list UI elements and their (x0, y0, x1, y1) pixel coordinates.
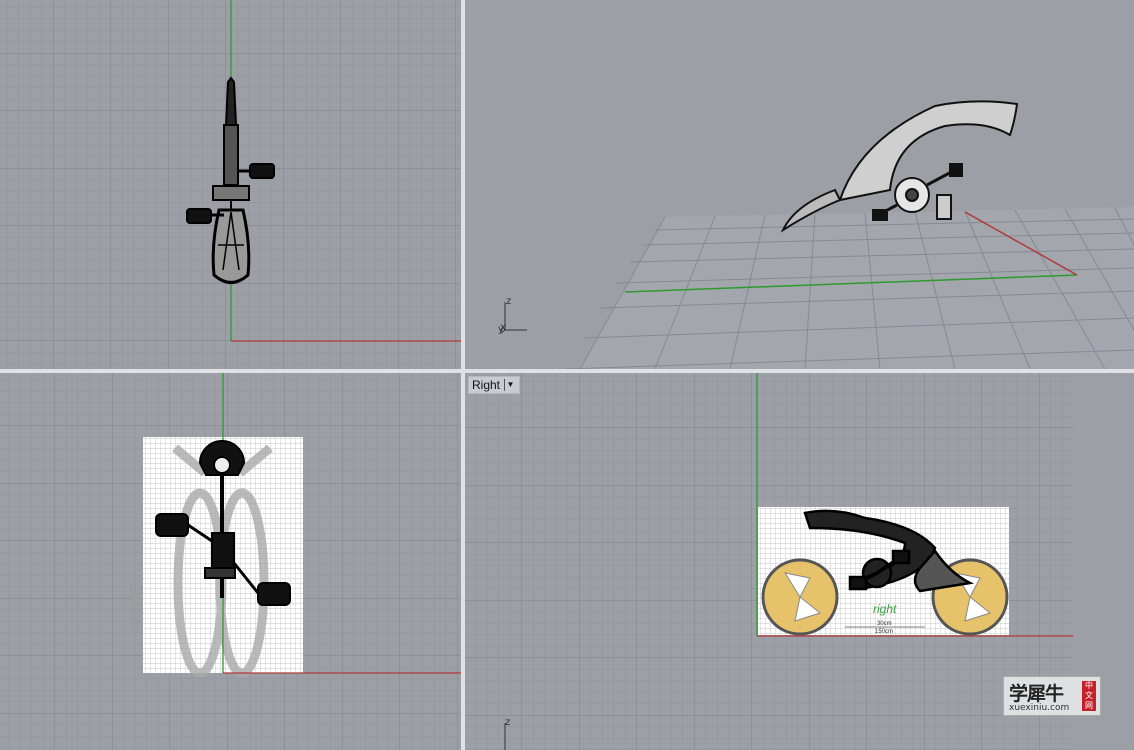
watermark-logo: 学犀牛 xuexiniu.com 中文网 (1003, 676, 1101, 716)
grid (0, 0, 461, 369)
viewport-title-menu[interactable]: Right ▼ (468, 376, 521, 394)
axis-label-z: z (506, 296, 511, 307)
viewport-title: Right (472, 378, 501, 392)
reference-dim-2: 150cm (875, 629, 893, 635)
reference-dim-1: 30cm (877, 621, 892, 627)
viewport-top[interactable] (0, 0, 461, 369)
viewport-front[interactable]: 30cm (0, 373, 461, 750)
axis-label-x: x (500, 322, 506, 333)
perspective-grid: z y x (498, 100, 1134, 369)
reference-label: right (873, 602, 897, 616)
axis-label-z: z (505, 717, 510, 728)
viewport-splitter-vertical[interactable] (461, 0, 465, 750)
viewport-splitter-horizontal[interactable] (0, 369, 1134, 373)
watermark-badge: 中文网 (1082, 681, 1096, 711)
viewport-perspective[interactable]: z y x (465, 0, 1134, 369)
watermark-title: 学犀牛 (1009, 683, 1064, 705)
reference-side-text: 30cm (126, 586, 146, 632)
chevron-down-icon[interactable]: ▼ (504, 379, 516, 391)
watermark-url: xuexiniu.com (1009, 703, 1070, 713)
grid: 30cm (0, 373, 461, 750)
